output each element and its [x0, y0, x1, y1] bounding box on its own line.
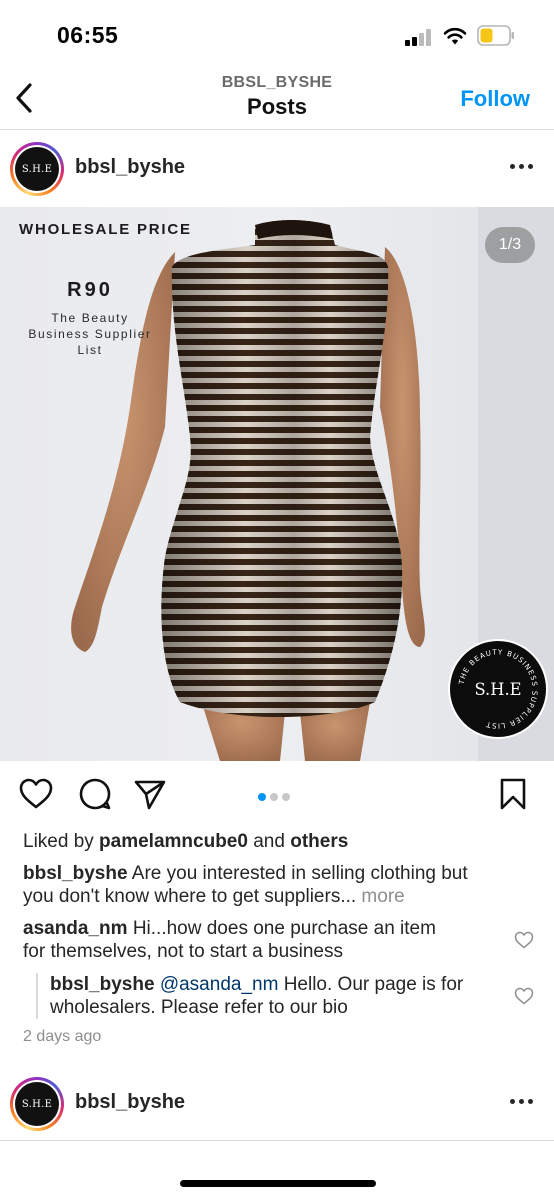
save-bookmark-icon[interactable]: [496, 777, 530, 811]
price-label: R90: [67, 279, 113, 301]
post-username[interactable]: bbsl_byshe: [75, 156, 185, 179]
reply-comment: bbsl_byshe @asanda_nm Hello. Our page is…: [50, 974, 464, 1018]
carousel-dot: [270, 793, 278, 801]
wholesale-price-label: WHOLESALE PRICE: [19, 221, 192, 238]
carousel-counter: 1/3: [485, 227, 535, 263]
post-actions: [0, 761, 554, 825]
reply-username[interactable]: bbsl_byshe: [50, 974, 155, 995]
follow-button[interactable]: Follow: [460, 86, 530, 112]
comment: asanda_nm Hi...how does one purchase an …: [23, 918, 436, 962]
next-post-avatar[interactable]: S.H.E: [10, 1077, 64, 1131]
more-options-icon[interactable]: [510, 164, 534, 172]
reply-mention[interactable]: @asanda_nm: [160, 974, 279, 995]
cellular-signal-icon: [405, 29, 433, 46]
caption-username[interactable]: bbsl_byshe: [23, 863, 128, 884]
next-post-username[interactable]: bbsl_byshe: [75, 1091, 185, 1114]
post-image[interactable]: WHOLESALE PRICE R90 The Beauty Business …: [0, 207, 554, 761]
she-logo-badge: THE BEAUTY BUSINESS SUPPLIER LIST S.H.E: [448, 639, 548, 739]
next-post-more-options-icon[interactable]: [510, 1099, 534, 1107]
comment-icon[interactable]: [78, 777, 112, 811]
carousel-dot: [258, 793, 266, 801]
home-indicator[interactable]: [180, 1180, 376, 1187]
supplier-list-label: The Beauty Business Supplier List: [28, 311, 152, 357]
comment-username[interactable]: asanda_nm: [23, 918, 128, 939]
comment-like-heart-icon[interactable]: [514, 931, 534, 949]
carousel-indicator: [258, 788, 294, 801]
share-send-icon[interactable]: [133, 777, 167, 811]
reply-like-heart-icon[interactable]: [514, 987, 534, 1005]
status-time: 06:55: [57, 22, 119, 48]
caption-more-link[interactable]: more: [356, 886, 404, 907]
avatar-logo-text: S.H.E: [15, 147, 59, 191]
carousel-dot: [282, 793, 290, 801]
reply-thread-line: [36, 973, 38, 1019]
nav-header: BBSL_BYSHE Posts Follow: [0, 64, 554, 130]
next-post-avatar-logo-text: S.H.E: [15, 1082, 59, 1126]
avatar[interactable]: S.H.E: [10, 142, 64, 196]
post-header: S.H.E bbsl_byshe: [0, 130, 554, 206]
likes-summary[interactable]: Liked by pamelamncube0 and others: [23, 830, 348, 853]
battery-icon: [477, 25, 514, 46]
post-timestamp: 2 days ago: [23, 1028, 102, 1045]
wifi-icon: [443, 27, 467, 45]
liked-by-user[interactable]: pamelamncube0: [99, 831, 248, 852]
svg-text:S.H.E: S.H.E: [474, 680, 521, 699]
next-post-header: S.H.E bbsl_byshe: [0, 1065, 554, 1141]
caption: bbsl_byshe Are you interested in selling…: [23, 863, 468, 907]
like-heart-icon[interactable]: [19, 777, 53, 811]
liked-by-others[interactable]: others: [290, 831, 348, 852]
status-bar: 06:55: [0, 0, 554, 60]
divider: [0, 1140, 554, 1141]
